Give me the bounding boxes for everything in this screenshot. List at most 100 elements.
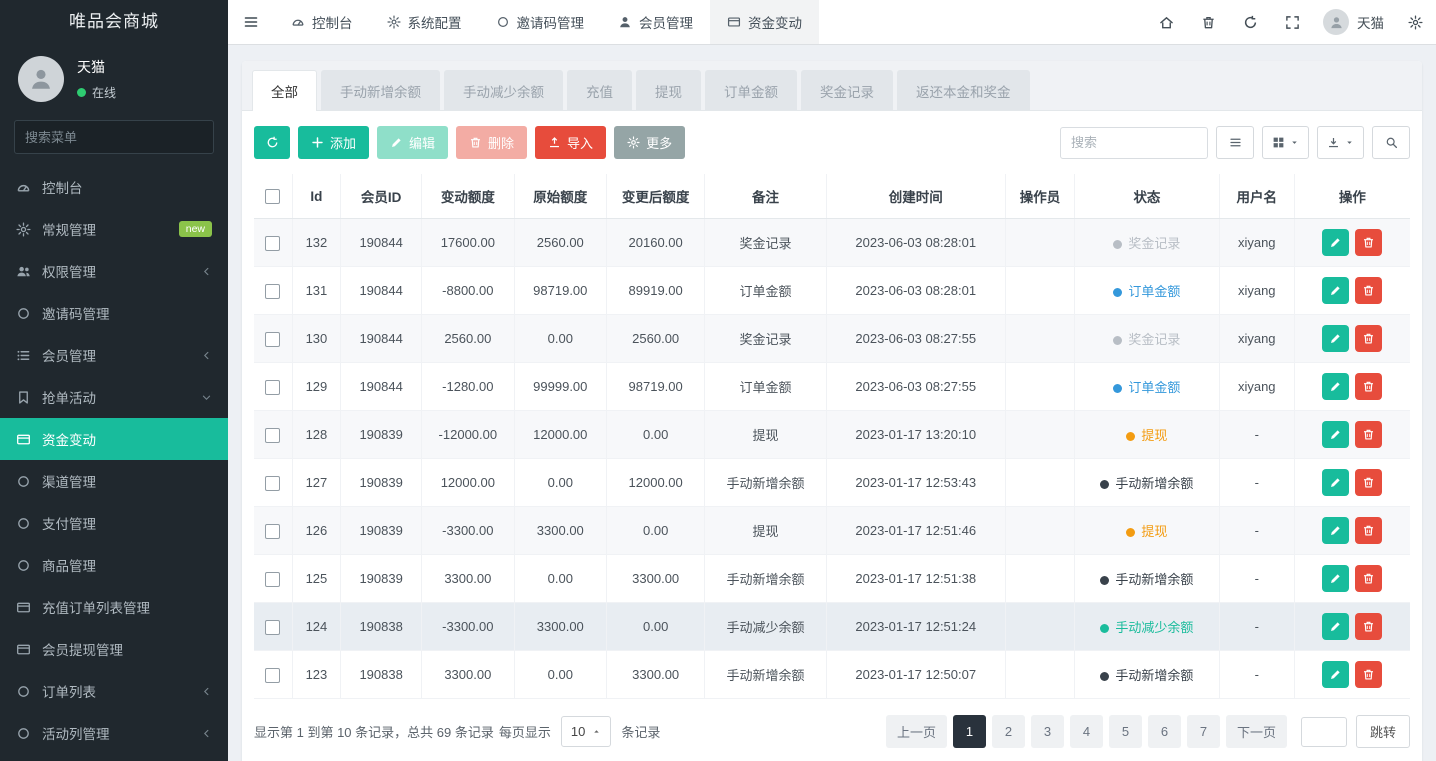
page-jump-button[interactable]: 跳转 (1356, 715, 1410, 748)
column-header[interactable]: 变更后额度 (607, 174, 705, 219)
refresh-button[interactable] (254, 126, 290, 159)
sidebar-search-input[interactable] (15, 121, 211, 153)
sidebar-item[interactable]: 资金变动 (0, 418, 228, 460)
page-button[interactable]: 6 (1148, 715, 1181, 748)
table-search-input[interactable] (1060, 127, 1208, 159)
column-header[interactable]: 操作员 (1005, 174, 1074, 219)
sidebar-item[interactable]: 常规管理new (0, 208, 228, 250)
row-edit-button[interactable] (1322, 325, 1349, 352)
column-header[interactable]: 原始额度 (514, 174, 606, 219)
topnav-item[interactable]: 资金变动 (710, 0, 819, 44)
column-header[interactable]: 创建时间 (826, 174, 1005, 219)
prev-page-button[interactable]: 上一页 (886, 715, 947, 748)
page-button[interactable]: 5 (1109, 715, 1142, 748)
tab[interactable]: 手动新增余额 (321, 70, 440, 110)
sidebar-item[interactable]: 会员提现管理 (0, 628, 228, 670)
add-button[interactable]: 添加 (298, 126, 369, 159)
import-button[interactable]: 导入 (535, 126, 606, 159)
edit-button[interactable]: 编辑 (377, 126, 448, 159)
fullscreen-button[interactable] (1271, 0, 1313, 44)
column-header[interactable]: 状态 (1075, 174, 1220, 219)
row-edit-button[interactable] (1322, 565, 1349, 592)
topnav-item[interactable]: 控制台 (274, 0, 370, 44)
home-button[interactable] (1145, 0, 1187, 44)
tab[interactable]: 奖金记录 (801, 70, 893, 110)
page-size-select[interactable]: 10 (561, 716, 611, 747)
sidebar-search-button[interactable] (211, 121, 214, 153)
page-button[interactable]: 7 (1187, 715, 1220, 748)
topbar-user-menu[interactable]: 天猫 (1313, 9, 1394, 35)
export-button[interactable] (1317, 126, 1364, 159)
tab[interactable]: 订单金额 (705, 70, 797, 110)
sidebar-toggle-button[interactable] (228, 0, 274, 44)
column-header[interactable]: 备注 (705, 174, 826, 219)
row-delete-button[interactable] (1355, 421, 1382, 448)
topnav-item[interactable]: 会员管理 (601, 0, 710, 44)
row-edit-button[interactable] (1322, 517, 1349, 544)
row-edit-button[interactable] (1322, 277, 1349, 304)
sidebar-item[interactable]: 活动列管理 (0, 712, 228, 754)
row-checkbox[interactable] (265, 332, 280, 347)
row-delete-button[interactable] (1355, 613, 1382, 640)
row-checkbox[interactable] (265, 284, 280, 299)
tab[interactable]: 返还本金和奖金 (897, 70, 1030, 110)
sidebar-item[interactable]: 权限管理 (0, 250, 228, 292)
row-edit-button[interactable] (1322, 661, 1349, 688)
row-delete-button[interactable] (1355, 469, 1382, 496)
row-checkbox[interactable] (265, 236, 280, 251)
row-delete-button[interactable] (1355, 325, 1382, 352)
column-header[interactable]: 操作 (1294, 174, 1410, 219)
row-checkbox[interactable] (265, 668, 280, 683)
refresh-cache-button[interactable] (1229, 0, 1271, 44)
column-header[interactable]: 用户名 (1219, 174, 1294, 219)
sidebar-item[interactable]: 充值订单列表管理 (0, 586, 228, 628)
tab[interactable]: 充值 (567, 70, 632, 110)
page-jump-input[interactable] (1301, 717, 1347, 747)
column-header[interactable]: 变动额度 (422, 174, 514, 219)
tab[interactable]: 手动减少余额 (444, 70, 563, 110)
sidebar-item[interactable]: 支付管理 (0, 502, 228, 544)
row-edit-button[interactable] (1322, 421, 1349, 448)
row-delete-button[interactable] (1355, 517, 1382, 544)
topnav-item[interactable]: 系统配置 (370, 0, 479, 44)
settings-button[interactable] (1394, 0, 1436, 44)
tab[interactable]: 提现 (636, 70, 701, 110)
row-checkbox[interactable] (265, 620, 280, 635)
row-checkbox[interactable] (265, 428, 280, 443)
row-edit-button[interactable] (1322, 469, 1349, 496)
row-delete-button[interactable] (1355, 661, 1382, 688)
sidebar-item[interactable]: 邀请码管理 (0, 292, 228, 334)
delete-button[interactable]: 删除 (456, 126, 527, 159)
column-header[interactable]: Id (292, 174, 341, 219)
clear-trash-button[interactable] (1187, 0, 1229, 44)
row-delete-button[interactable] (1355, 229, 1382, 256)
row-edit-button[interactable] (1322, 613, 1349, 640)
page-button[interactable]: 1 (953, 715, 986, 748)
page-button[interactable]: 4 (1070, 715, 1103, 748)
sidebar-item[interactable]: 控制台 (0, 166, 228, 208)
row-checkbox[interactable] (265, 524, 280, 539)
topnav-item[interactable]: 邀请码管理 (479, 0, 602, 44)
sidebar-item[interactable]: 会员管理 (0, 334, 228, 376)
next-page-button[interactable]: 下一页 (1226, 715, 1287, 748)
select-all-checkbox[interactable] (265, 189, 280, 204)
row-checkbox[interactable] (265, 380, 280, 395)
toggle-view-button[interactable] (1216, 126, 1254, 159)
search-toggle-button[interactable] (1372, 126, 1410, 159)
columns-button[interactable] (1262, 126, 1309, 159)
sidebar-item[interactable]: 订单列表 (0, 670, 228, 712)
more-button[interactable]: 更多 (614, 126, 685, 159)
page-button[interactable]: 2 (992, 715, 1025, 748)
sidebar-item[interactable]: 抢单活动 (0, 376, 228, 418)
row-edit-button[interactable] (1322, 229, 1349, 256)
row-checkbox[interactable] (265, 476, 280, 491)
sidebar-item[interactable]: 渠道管理 (0, 460, 228, 502)
row-edit-button[interactable] (1322, 373, 1349, 400)
row-delete-button[interactable] (1355, 373, 1382, 400)
row-checkbox[interactable] (265, 572, 280, 587)
tab[interactable]: 全部 (252, 70, 317, 111)
row-delete-button[interactable] (1355, 277, 1382, 304)
user-avatar[interactable] (18, 56, 64, 102)
column-header[interactable]: 会员ID (341, 174, 422, 219)
page-button[interactable]: 3 (1031, 715, 1064, 748)
